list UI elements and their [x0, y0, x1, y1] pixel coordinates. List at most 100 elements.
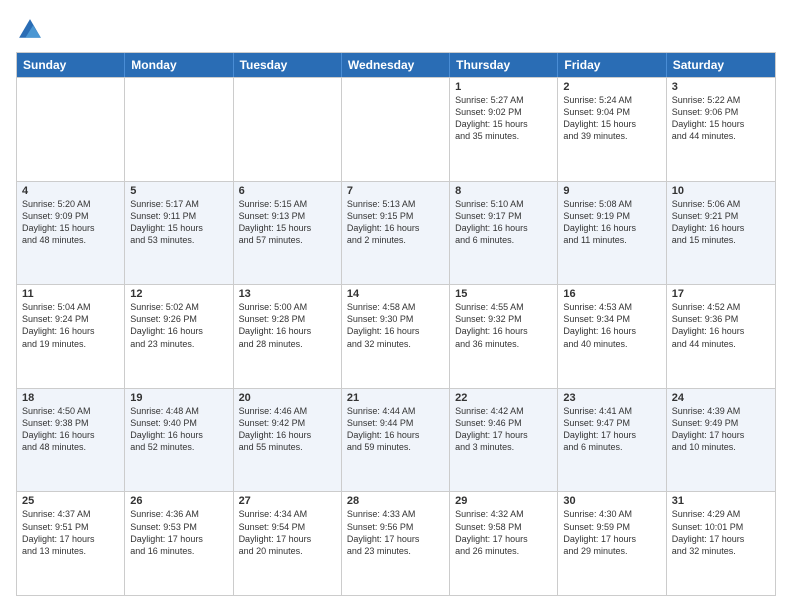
day-cell-13: 13Sunrise: 5:00 AM Sunset: 9:28 PM Dayli…: [234, 285, 342, 388]
day-cell-7: 7Sunrise: 5:13 AM Sunset: 9:15 PM Daylig…: [342, 182, 450, 285]
day-number: 28: [347, 495, 444, 507]
day-cell-1: 1Sunrise: 5:27 AM Sunset: 9:02 PM Daylig…: [450, 78, 558, 181]
day-number: 19: [130, 392, 227, 404]
day-info: Sunrise: 4:34 AM Sunset: 9:54 PM Dayligh…: [239, 508, 336, 557]
day-info: Sunrise: 4:33 AM Sunset: 9:56 PM Dayligh…: [347, 508, 444, 557]
day-number: 20: [239, 392, 336, 404]
day-cell-5: 5Sunrise: 5:17 AM Sunset: 9:11 PM Daylig…: [125, 182, 233, 285]
day-number: 7: [347, 185, 444, 197]
calendar-row-4: 18Sunrise: 4:50 AM Sunset: 9:38 PM Dayli…: [17, 388, 775, 492]
day-info: Sunrise: 5:20 AM Sunset: 9:09 PM Dayligh…: [22, 198, 119, 247]
day-info: Sunrise: 5:00 AM Sunset: 9:28 PM Dayligh…: [239, 301, 336, 350]
day-info: Sunrise: 4:48 AM Sunset: 9:40 PM Dayligh…: [130, 405, 227, 454]
day-number: 4: [22, 185, 119, 197]
day-number: 6: [239, 185, 336, 197]
day-info: Sunrise: 5:04 AM Sunset: 9:24 PM Dayligh…: [22, 301, 119, 350]
day-number: 29: [455, 495, 552, 507]
day-info: Sunrise: 4:58 AM Sunset: 9:30 PM Dayligh…: [347, 301, 444, 350]
day-number: 30: [563, 495, 660, 507]
empty-cell-r0c2: [234, 78, 342, 181]
day-number: 2: [563, 81, 660, 93]
day-number: 14: [347, 288, 444, 300]
header: [16, 16, 776, 44]
day-number: 13: [239, 288, 336, 300]
calendar-row-1: 1Sunrise: 5:27 AM Sunset: 9:02 PM Daylig…: [17, 77, 775, 181]
day-cell-6: 6Sunrise: 5:15 AM Sunset: 9:13 PM Daylig…: [234, 182, 342, 285]
day-info: Sunrise: 4:36 AM Sunset: 9:53 PM Dayligh…: [130, 508, 227, 557]
day-cell-9: 9Sunrise: 5:08 AM Sunset: 9:19 PM Daylig…: [558, 182, 666, 285]
calendar-row-3: 11Sunrise: 5:04 AM Sunset: 9:24 PM Dayli…: [17, 284, 775, 388]
empty-cell-r0c1: [125, 78, 233, 181]
day-info: Sunrise: 5:08 AM Sunset: 9:19 PM Dayligh…: [563, 198, 660, 247]
day-info: Sunrise: 4:46 AM Sunset: 9:42 PM Dayligh…: [239, 405, 336, 454]
calendar: SundayMondayTuesdayWednesdayThursdayFrid…: [16, 52, 776, 596]
header-day-friday: Friday: [558, 53, 666, 77]
day-info: Sunrise: 5:24 AM Sunset: 9:04 PM Dayligh…: [563, 94, 660, 143]
day-info: Sunrise: 5:22 AM Sunset: 9:06 PM Dayligh…: [672, 94, 770, 143]
day-number: 17: [672, 288, 770, 300]
day-cell-15: 15Sunrise: 4:55 AM Sunset: 9:32 PM Dayli…: [450, 285, 558, 388]
day-cell-4: 4Sunrise: 5:20 AM Sunset: 9:09 PM Daylig…: [17, 182, 125, 285]
day-cell-29: 29Sunrise: 4:32 AM Sunset: 9:58 PM Dayli…: [450, 492, 558, 595]
day-number: 21: [347, 392, 444, 404]
day-cell-17: 17Sunrise: 4:52 AM Sunset: 9:36 PM Dayli…: [667, 285, 775, 388]
day-cell-18: 18Sunrise: 4:50 AM Sunset: 9:38 PM Dayli…: [17, 389, 125, 492]
day-number: 1: [455, 81, 552, 93]
day-cell-3: 3Sunrise: 5:22 AM Sunset: 9:06 PM Daylig…: [667, 78, 775, 181]
header-day-saturday: Saturday: [667, 53, 775, 77]
day-info: Sunrise: 5:13 AM Sunset: 9:15 PM Dayligh…: [347, 198, 444, 247]
day-info: Sunrise: 4:37 AM Sunset: 9:51 PM Dayligh…: [22, 508, 119, 557]
day-cell-16: 16Sunrise: 4:53 AM Sunset: 9:34 PM Dayli…: [558, 285, 666, 388]
day-number: 10: [672, 185, 770, 197]
day-number: 3: [672, 81, 770, 93]
day-cell-2: 2Sunrise: 5:24 AM Sunset: 9:04 PM Daylig…: [558, 78, 666, 181]
day-info: Sunrise: 5:17 AM Sunset: 9:11 PM Dayligh…: [130, 198, 227, 247]
empty-cell-r0c3: [342, 78, 450, 181]
day-info: Sunrise: 5:06 AM Sunset: 9:21 PM Dayligh…: [672, 198, 770, 247]
day-cell-19: 19Sunrise: 4:48 AM Sunset: 9:40 PM Dayli…: [125, 389, 233, 492]
day-number: 22: [455, 392, 552, 404]
day-number: 31: [672, 495, 770, 507]
day-info: Sunrise: 5:15 AM Sunset: 9:13 PM Dayligh…: [239, 198, 336, 247]
day-info: Sunrise: 4:42 AM Sunset: 9:46 PM Dayligh…: [455, 405, 552, 454]
day-number: 18: [22, 392, 119, 404]
header-day-wednesday: Wednesday: [342, 53, 450, 77]
day-cell-8: 8Sunrise: 5:10 AM Sunset: 9:17 PM Daylig…: [450, 182, 558, 285]
day-cell-12: 12Sunrise: 5:02 AM Sunset: 9:26 PM Dayli…: [125, 285, 233, 388]
day-number: 23: [563, 392, 660, 404]
day-cell-21: 21Sunrise: 4:44 AM Sunset: 9:44 PM Dayli…: [342, 389, 450, 492]
day-cell-20: 20Sunrise: 4:46 AM Sunset: 9:42 PM Dayli…: [234, 389, 342, 492]
day-info: Sunrise: 4:55 AM Sunset: 9:32 PM Dayligh…: [455, 301, 552, 350]
day-cell-14: 14Sunrise: 4:58 AM Sunset: 9:30 PM Dayli…: [342, 285, 450, 388]
day-info: Sunrise: 4:50 AM Sunset: 9:38 PM Dayligh…: [22, 405, 119, 454]
day-number: 15: [455, 288, 552, 300]
day-info: Sunrise: 4:41 AM Sunset: 9:47 PM Dayligh…: [563, 405, 660, 454]
day-cell-23: 23Sunrise: 4:41 AM Sunset: 9:47 PM Dayli…: [558, 389, 666, 492]
day-info: Sunrise: 4:29 AM Sunset: 10:01 PM Daylig…: [672, 508, 770, 557]
day-number: 16: [563, 288, 660, 300]
day-info: Sunrise: 4:44 AM Sunset: 9:44 PM Dayligh…: [347, 405, 444, 454]
day-number: 27: [239, 495, 336, 507]
day-info: Sunrise: 5:27 AM Sunset: 9:02 PM Dayligh…: [455, 94, 552, 143]
page: SundayMondayTuesdayWednesdayThursdayFrid…: [0, 0, 792, 612]
day-cell-30: 30Sunrise: 4:30 AM Sunset: 9:59 PM Dayli…: [558, 492, 666, 595]
day-number: 9: [563, 185, 660, 197]
day-info: Sunrise: 5:10 AM Sunset: 9:17 PM Dayligh…: [455, 198, 552, 247]
day-cell-11: 11Sunrise: 5:04 AM Sunset: 9:24 PM Dayli…: [17, 285, 125, 388]
calendar-row-2: 4Sunrise: 5:20 AM Sunset: 9:09 PM Daylig…: [17, 181, 775, 285]
day-info: Sunrise: 5:02 AM Sunset: 9:26 PM Dayligh…: [130, 301, 227, 350]
empty-cell-r0c0: [17, 78, 125, 181]
day-number: 11: [22, 288, 119, 300]
day-info: Sunrise: 4:39 AM Sunset: 9:49 PM Dayligh…: [672, 405, 770, 454]
header-day-sunday: Sunday: [17, 53, 125, 77]
day-number: 26: [130, 495, 227, 507]
day-cell-25: 25Sunrise: 4:37 AM Sunset: 9:51 PM Dayli…: [17, 492, 125, 595]
day-info: Sunrise: 4:52 AM Sunset: 9:36 PM Dayligh…: [672, 301, 770, 350]
day-number: 12: [130, 288, 227, 300]
day-cell-24: 24Sunrise: 4:39 AM Sunset: 9:49 PM Dayli…: [667, 389, 775, 492]
logo-icon: [16, 16, 44, 44]
day-number: 8: [455, 185, 552, 197]
calendar-body: 1Sunrise: 5:27 AM Sunset: 9:02 PM Daylig…: [17, 77, 775, 595]
day-number: 25: [22, 495, 119, 507]
day-info: Sunrise: 4:30 AM Sunset: 9:59 PM Dayligh…: [563, 508, 660, 557]
